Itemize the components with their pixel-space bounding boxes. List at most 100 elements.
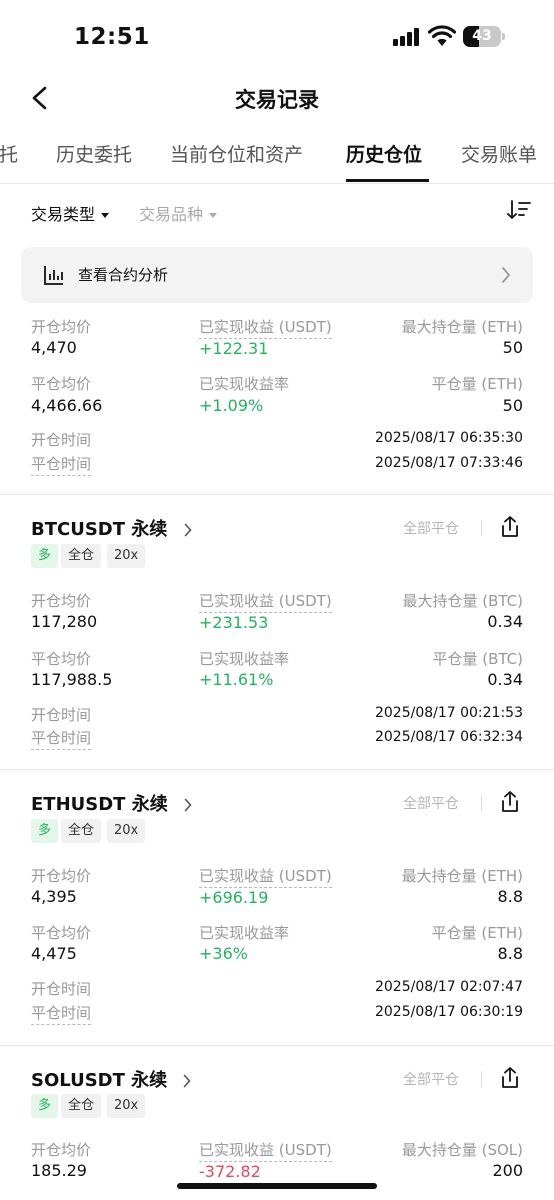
open-time-value: 2025/08/17 02:07:47 xyxy=(374,979,523,995)
realized-pnl-rate-value: +1.09% xyxy=(199,396,264,415)
close-qty-value: 8.8 xyxy=(497,944,523,963)
open-avg-value: 4,470 xyxy=(31,338,77,357)
share-icon[interactable] xyxy=(499,1066,521,1090)
close-qty-label: 平仓量 (ETH) xyxy=(431,924,523,942)
open-time-value: 2025/08/17 06:35:30 xyxy=(374,430,523,446)
page-title: 交易记录 xyxy=(235,88,319,112)
tab-order-partial[interactable]: 托 xyxy=(0,140,18,167)
contract-analysis-button[interactable]: 查看合约分析 xyxy=(21,247,533,303)
bar-chart-icon xyxy=(44,266,63,285)
close-avg-value: 117,988.5 xyxy=(31,670,113,689)
filter-bar: 交易类型 交易品种 xyxy=(0,190,554,234)
open-avg-label: 开仓均价 xyxy=(31,867,92,885)
realized-pnl-label[interactable]: 已实现收益 (USDT) xyxy=(199,865,332,888)
close-all-button[interactable]: 全部平仓 xyxy=(403,793,459,813)
leverage-tag: 20x xyxy=(107,1094,146,1118)
open-time-value: 2025/08/17 00:21:53 xyxy=(374,705,523,721)
home-indicator[interactable] xyxy=(177,1183,377,1189)
max-position-label: 最大持仓量 (SOL) xyxy=(401,1141,523,1159)
close-time-label[interactable]: 平仓时间 xyxy=(31,453,92,476)
tab-trade-bills[interactable]: 交易账单 xyxy=(461,140,537,167)
open-avg-value: 117,280 xyxy=(31,612,98,631)
wifi-icon xyxy=(428,25,456,46)
close-time-label[interactable]: 平仓时间 xyxy=(31,727,92,750)
realized-pnl-rate-value: +11.61% xyxy=(199,670,274,689)
realized-pnl-label[interactable]: 已实现收益 (USDT) xyxy=(199,316,332,339)
close-avg-label: 平仓均价 xyxy=(31,650,92,668)
instrument-dropdown[interactable]: 交易品种 xyxy=(139,201,218,225)
tab-positions-assets[interactable]: 当前仓位和资产 xyxy=(170,140,303,167)
tab-position-history[interactable]: 历史仓位 xyxy=(346,140,422,167)
close-all-button[interactable]: 全部平仓 xyxy=(403,1069,459,1089)
open-avg-value: 4,395 xyxy=(31,887,77,906)
realized-pnl-rate-label: 已实现收益率 xyxy=(199,924,290,942)
open-time-label: 开仓时间 xyxy=(31,980,92,998)
battery-icon: 43 xyxy=(463,26,505,47)
realized-pnl-value: +696.19 xyxy=(199,888,269,907)
close-qty-value: 50 xyxy=(502,396,523,415)
realized-pnl-value: +231.53 xyxy=(199,613,269,632)
open-avg-label: 开仓均价 xyxy=(31,592,92,610)
chevron-right-icon xyxy=(184,1074,192,1088)
caret-down-icon xyxy=(209,213,218,218)
margin-mode-tag: 全仓 xyxy=(61,1094,102,1118)
share-icon[interactable] xyxy=(499,515,521,539)
max-position-value: 8.8 xyxy=(497,887,523,906)
close-avg-value: 4,475 xyxy=(31,944,77,963)
divider xyxy=(481,1071,482,1087)
divider xyxy=(481,795,482,811)
trade-type-dropdown[interactable]: 交易类型 xyxy=(31,201,110,225)
close-avg-label: 平仓均价 xyxy=(31,924,92,942)
direction-tag: 多 xyxy=(31,1094,59,1118)
status-bar: 12:51 43 xyxy=(0,0,554,70)
open-avg-label: 开仓均价 xyxy=(31,1141,92,1159)
divider xyxy=(0,1045,554,1046)
close-time-label[interactable]: 平仓时间 xyxy=(31,1002,92,1025)
direction-tag: 多 xyxy=(31,544,59,568)
position-symbol: ETHUSDT 永续 xyxy=(31,794,168,815)
margin-mode-tag: 全仓 xyxy=(61,544,102,568)
chevron-right-icon xyxy=(184,798,192,812)
position-symbol: SOLUSDT 永续 xyxy=(31,1070,168,1091)
margin-mode-tag: 全仓 xyxy=(61,819,102,843)
realized-pnl-rate-label: 已实现收益率 xyxy=(199,375,290,393)
leverage-tag: 20x xyxy=(107,819,146,843)
position-symbol-link[interactable]: ETHUSDT 永续 xyxy=(31,790,192,816)
position-symbol: BTCUSDT 永续 xyxy=(31,519,168,540)
battery-level: 43 xyxy=(472,28,492,44)
close-qty-value: 0.34 xyxy=(487,670,523,689)
divider xyxy=(0,769,554,770)
realized-pnl-label[interactable]: 已实现收益 (USDT) xyxy=(199,1139,332,1162)
max-position-value: 50 xyxy=(502,338,523,357)
caret-down-icon xyxy=(101,213,110,218)
position-symbol-link[interactable]: SOLUSDT 永续 xyxy=(31,1066,192,1092)
max-position-value: 0.34 xyxy=(487,612,523,631)
instrument-label: 交易品种 xyxy=(139,205,204,224)
active-tab-indicator xyxy=(346,179,429,182)
close-qty-label: 平仓量 (BTC) xyxy=(432,650,523,668)
realized-pnl-value: -372.82 xyxy=(199,1162,261,1181)
status-time: 12:51 xyxy=(74,24,150,50)
open-avg-label: 开仓均价 xyxy=(31,318,92,336)
realized-pnl-label[interactable]: 已实现收益 (USDT) xyxy=(199,590,332,613)
divider xyxy=(0,494,554,495)
tab-order-history[interactable]: 历史委托 xyxy=(56,140,132,167)
position-symbol-link[interactable]: BTCUSDT 永续 xyxy=(31,515,192,541)
max-position-label: 最大持仓量 (BTC) xyxy=(402,592,523,610)
close-avg-label: 平仓均价 xyxy=(31,375,92,393)
open-avg-value: 185.29 xyxy=(31,1161,87,1180)
close-time-value: 2025/08/17 06:32:34 xyxy=(374,729,523,745)
close-avg-value: 4,466.66 xyxy=(31,396,103,415)
contract-analysis-label: 查看合约分析 xyxy=(78,266,169,284)
max-position-label: 最大持仓量 (ETH) xyxy=(401,318,523,336)
direction-tag: 多 xyxy=(31,819,59,843)
trade-type-label: 交易类型 xyxy=(31,205,96,224)
share-icon[interactable] xyxy=(499,790,521,814)
close-all-button[interactable]: 全部平仓 xyxy=(403,518,459,538)
header: 交易记录 xyxy=(0,70,554,126)
close-qty-label: 平仓量 (ETH) xyxy=(431,375,523,393)
divider xyxy=(481,520,482,536)
sort-icon[interactable] xyxy=(506,198,532,222)
realized-pnl-rate-label: 已实现收益率 xyxy=(199,650,290,668)
realized-pnl-rate-value: +36% xyxy=(199,944,248,963)
